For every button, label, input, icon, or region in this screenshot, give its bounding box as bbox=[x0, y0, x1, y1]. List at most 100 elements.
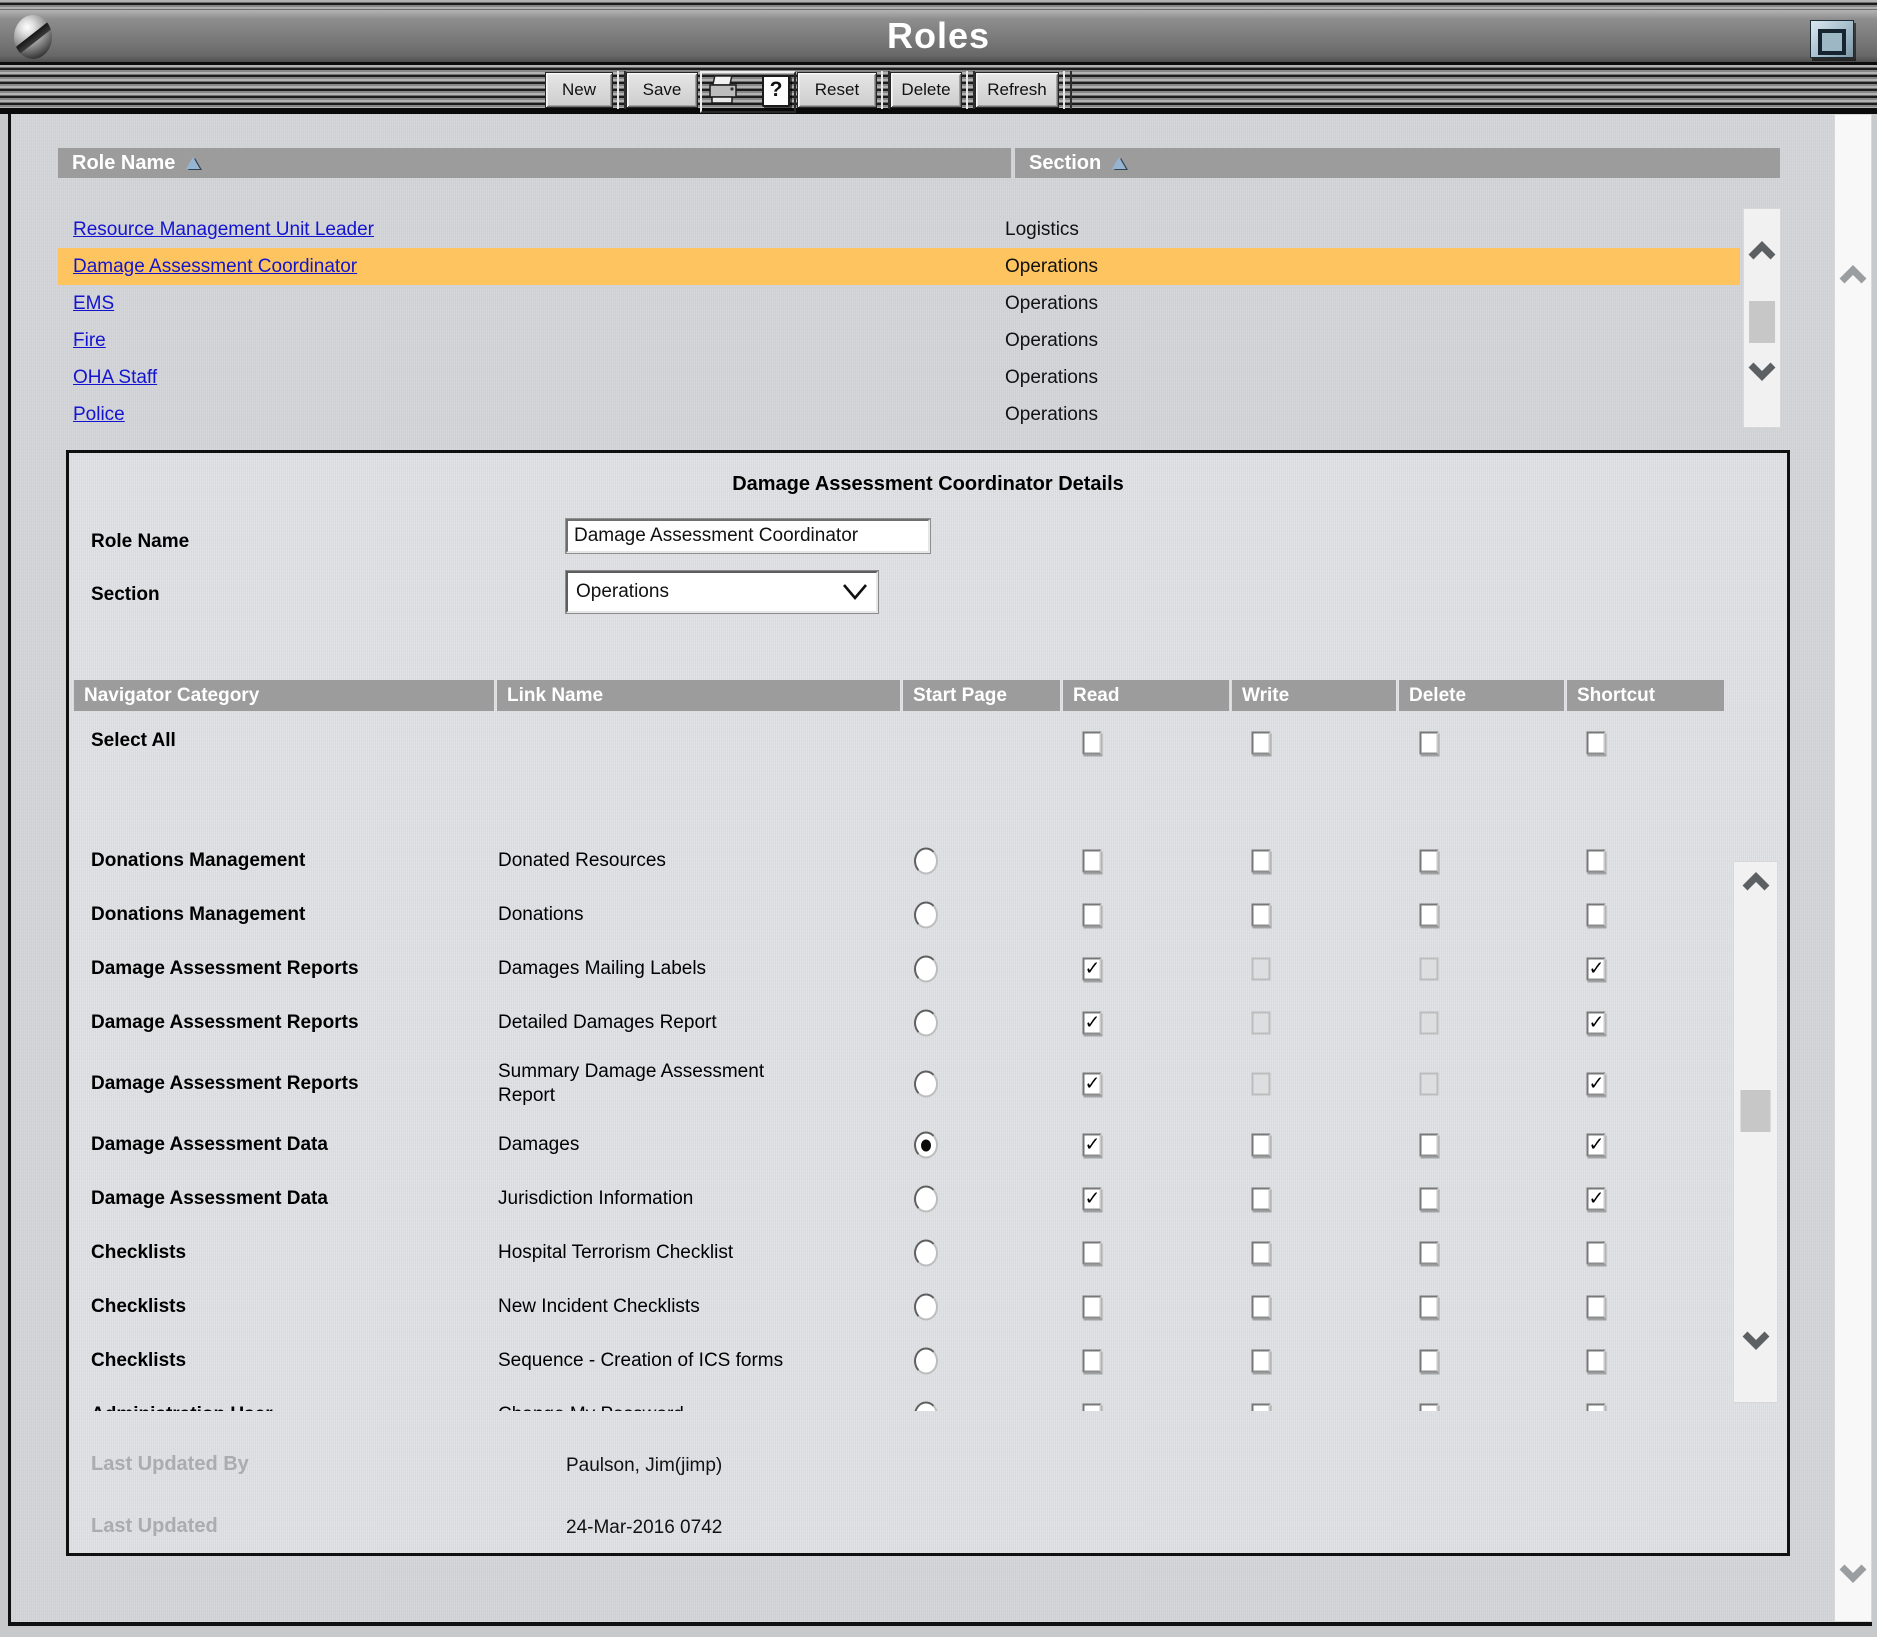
delete-checkbox[interactable] bbox=[1420, 904, 1439, 927]
role-name-link[interactable]: EMS bbox=[73, 293, 114, 315]
roles-list: Resource Management Unit Leader Logistic… bbox=[58, 211, 1740, 433]
write-checkbox[interactable] bbox=[1252, 1350, 1271, 1373]
toolbar: New Save ? Reset Delete Refresh bbox=[0, 65, 1877, 114]
scroll-down-icon[interactable] bbox=[1747, 361, 1777, 381]
reset-button[interactable]: Reset bbox=[797, 72, 877, 108]
read-checkbox[interactable]: ✓ bbox=[1083, 1134, 1102, 1157]
start-page-radio[interactable] bbox=[914, 956, 938, 983]
role-row[interactable]: Police Operations bbox=[58, 396, 1740, 433]
shortcut-checkbox[interactable]: ✓ bbox=[1587, 1073, 1606, 1096]
scroll-up-icon[interactable] bbox=[1838, 265, 1868, 285]
shortcut-checkbox[interactable] bbox=[1587, 850, 1606, 873]
select-all-read-checkbox[interactable] bbox=[1083, 732, 1102, 755]
shortcut-checkbox[interactable] bbox=[1587, 1350, 1606, 1373]
link-name-label: New Incident Checklists bbox=[498, 1295, 798, 1319]
role-name-link[interactable]: Fire bbox=[73, 330, 106, 352]
delete-checkbox[interactable] bbox=[1420, 1350, 1439, 1373]
shortcut-checkbox[interactable] bbox=[1587, 1242, 1606, 1265]
navigator-category-label: Damage Assessment Reports bbox=[91, 958, 359, 980]
roles-scrollbar[interactable] bbox=[1743, 208, 1781, 428]
role-name-input[interactable] bbox=[566, 519, 930, 553]
delete-checkbox[interactable] bbox=[1420, 850, 1439, 873]
delete-checkbox[interactable] bbox=[1420, 1134, 1439, 1157]
scroll-down-icon[interactable] bbox=[1741, 1330, 1771, 1350]
read-checkbox[interactable]: ✓ bbox=[1083, 1188, 1102, 1211]
read-checkbox[interactable] bbox=[1083, 904, 1102, 927]
column-header-role-name[interactable]: Role Name bbox=[58, 148, 1011, 178]
section-dropdown[interactable]: Operations bbox=[566, 571, 878, 613]
link-name-label: Sequence - Creation of ICS forms bbox=[498, 1349, 798, 1373]
select-all-shortcut-checkbox[interactable] bbox=[1587, 732, 1606, 755]
role-row[interactable]: EMS Operations bbox=[58, 285, 1740, 322]
write-checkbox[interactable] bbox=[1252, 904, 1271, 927]
permissions-scrollbar[interactable] bbox=[1733, 861, 1778, 1403]
select-all-write-checkbox[interactable] bbox=[1252, 732, 1271, 755]
window-scrollbar[interactable] bbox=[1834, 114, 1872, 1622]
delete-button[interactable]: Delete bbox=[890, 72, 962, 108]
read-checkbox[interactable] bbox=[1083, 1404, 1102, 1412]
delete-checkbox[interactable] bbox=[1420, 1296, 1439, 1319]
start-page-radio[interactable] bbox=[914, 1010, 938, 1037]
read-checkbox[interactable]: ✓ bbox=[1083, 958, 1102, 981]
roles-scrollbar-thumb[interactable] bbox=[1749, 301, 1775, 343]
refresh-button[interactable]: Refresh bbox=[975, 72, 1059, 108]
start-page-radio[interactable] bbox=[914, 1402, 938, 1412]
read-checkbox[interactable] bbox=[1083, 850, 1102, 873]
scroll-down-icon[interactable] bbox=[1838, 1563, 1868, 1583]
write-checkbox[interactable] bbox=[1252, 1404, 1271, 1412]
role-name-link[interactable]: Police bbox=[73, 404, 125, 426]
scroll-up-icon[interactable] bbox=[1747, 241, 1777, 261]
write-checkbox[interactable] bbox=[1252, 1134, 1271, 1157]
printer-icon bbox=[707, 75, 741, 105]
select-all-delete-checkbox[interactable] bbox=[1420, 732, 1439, 755]
navigator-category-label: Checklists bbox=[91, 1242, 186, 1264]
delete-checkbox bbox=[1420, 1073, 1439, 1096]
delete-checkbox bbox=[1420, 1012, 1439, 1035]
role-name-link[interactable]: Resource Management Unit Leader bbox=[73, 219, 374, 241]
start-page-radio[interactable] bbox=[914, 1348, 938, 1375]
role-row[interactable]: Fire Operations bbox=[58, 322, 1740, 359]
shortcut-checkbox[interactable]: ✓ bbox=[1587, 1012, 1606, 1035]
start-page-radio[interactable] bbox=[914, 1294, 938, 1321]
save-button[interactable]: Save bbox=[626, 72, 698, 108]
start-page-radio[interactable] bbox=[914, 848, 938, 875]
shortcut-checkbox[interactable]: ✓ bbox=[1587, 1188, 1606, 1211]
role-row[interactable]: Damage Assessment Coordinator Operations bbox=[58, 248, 1740, 285]
write-checkbox[interactable] bbox=[1252, 1188, 1271, 1211]
write-checkbox[interactable] bbox=[1252, 1242, 1271, 1265]
read-checkbox[interactable]: ✓ bbox=[1083, 1012, 1102, 1035]
navigator-category-label: Damage Assessment Reports bbox=[91, 1073, 359, 1095]
start-page-radio[interactable] bbox=[914, 1132, 938, 1159]
role-row[interactable]: Resource Management Unit Leader Logistic… bbox=[58, 211, 1740, 248]
shortcut-checkbox[interactable] bbox=[1587, 904, 1606, 927]
read-checkbox[interactable] bbox=[1083, 1296, 1102, 1319]
scroll-up-icon[interactable] bbox=[1741, 872, 1771, 892]
permissions-scrollbar-thumb[interactable] bbox=[1740, 1090, 1771, 1132]
help-button[interactable]: ? bbox=[758, 75, 794, 107]
delete-checkbox[interactable] bbox=[1420, 1188, 1439, 1211]
read-checkbox[interactable] bbox=[1083, 1350, 1102, 1373]
delete-checkbox[interactable] bbox=[1420, 1404, 1439, 1412]
last-updated-label: Last Updated bbox=[91, 1515, 218, 1538]
shortcut-checkbox[interactable]: ✓ bbox=[1587, 958, 1606, 981]
write-checkbox[interactable] bbox=[1252, 1296, 1271, 1319]
shortcut-checkbox[interactable]: ✓ bbox=[1587, 1134, 1606, 1157]
maximize-button[interactable] bbox=[1810, 20, 1854, 58]
start-page-radio[interactable] bbox=[914, 1186, 938, 1213]
print-button[interactable] bbox=[706, 75, 742, 107]
shortcut-checkbox[interactable] bbox=[1587, 1404, 1606, 1412]
read-checkbox[interactable] bbox=[1083, 1242, 1102, 1265]
shortcut-checkbox[interactable] bbox=[1587, 1296, 1606, 1319]
column-header-section[interactable]: Section bbox=[1015, 148, 1780, 178]
read-checkbox[interactable]: ✓ bbox=[1083, 1073, 1102, 1096]
role-row[interactable]: OHA Staff Operations bbox=[58, 359, 1740, 396]
start-page-radio[interactable] bbox=[914, 902, 938, 929]
write-checkbox[interactable] bbox=[1252, 850, 1271, 873]
role-name-link[interactable]: Damage Assessment Coordinator bbox=[73, 256, 357, 278]
new-button[interactable]: New bbox=[545, 72, 613, 108]
role-name-link[interactable]: OHA Staff bbox=[73, 367, 157, 389]
start-page-radio[interactable] bbox=[914, 1240, 938, 1267]
delete-checkbox[interactable] bbox=[1420, 1242, 1439, 1265]
start-page-radio[interactable] bbox=[914, 1071, 938, 1098]
toolbar-separator bbox=[617, 71, 626, 109]
